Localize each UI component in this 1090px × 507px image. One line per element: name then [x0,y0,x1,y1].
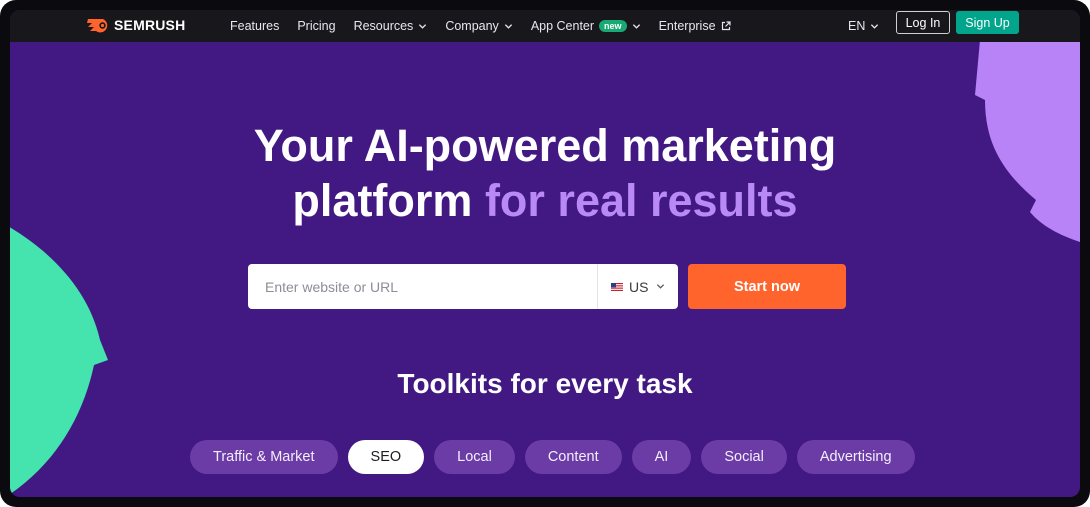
chevron-down-icon [657,284,665,289]
toolkits-title: Toolkits for every task [397,368,693,399]
search-divider [597,264,598,309]
nav-features-label: Features [230,19,280,33]
hero-title-accent: for real results [484,175,798,226]
start-now-button[interactable]: Start now [688,264,846,309]
new-badge: new [599,20,627,32]
tab-advertising[interactable]: Advertising [796,440,915,474]
hero-title-plain: platform [292,175,473,226]
nav-enterprise[interactable]: Enterprise [659,19,731,33]
chevron-down-icon [871,23,879,29]
tab-social[interactable]: Social [701,440,787,474]
external-link-icon [721,21,731,31]
hero-title-line1: Your AI-powered marketing [253,120,837,171]
nav-features[interactable]: Features [230,19,279,33]
decorative-green-shape [10,227,108,495]
toolkit-tabs: Traffic & Market SEO Local Content AI So… [190,440,915,474]
top-nav-bar: SEMRUSH Features Pricing Resources Compa… [10,10,1080,42]
nav-company-label: Company [445,19,499,33]
chevron-down-icon [419,23,427,29]
tab-traffic-market[interactable]: Traffic & Market [190,440,338,474]
nav-app-center[interactable]: App Center new [531,19,641,33]
tab-ai[interactable]: AI [631,440,692,474]
country-label: US [629,278,649,295]
brand-name: SEMRUSH [114,17,186,33]
country-selector[interactable]: US [611,264,665,309]
nav-pricing[interactable]: Pricing [297,19,335,33]
nav-enterprise-label: Enterprise [658,19,716,33]
language-selector[interactable]: EN [848,10,879,42]
login-button[interactable]: Log In [896,11,950,34]
us-flag-icon [611,282,623,291]
chevron-down-icon [504,23,512,29]
nav-company[interactable]: Company [445,19,513,33]
nav-resources-label: Resources [353,19,414,33]
signup-button[interactable]: Sign Up [956,11,1019,34]
tab-local[interactable]: Local [434,440,515,474]
hero-title: Your AI-powered marketing platform for r… [10,118,1080,228]
language-label: EN [848,19,866,33]
main-nav: Features Pricing Resources Company App C… [230,10,749,42]
semrush-fire-icon [87,19,108,33]
nav-resources[interactable]: Resources [354,19,428,33]
app-frame: SEMRUSH Features Pricing Resources Compa… [0,0,1090,507]
nav-app-center-label: App Center [530,19,595,33]
tab-content[interactable]: Content [524,440,622,474]
browser-window: SEMRUSH Features Pricing Resources Compa… [10,10,1080,497]
chevron-down-icon [632,23,640,29]
search-box: US [248,264,678,309]
semrush-logo[interactable]: SEMRUSH [86,16,185,34]
hero-title-line2: platform for real results [10,173,1080,228]
website-url-input[interactable] [248,264,588,309]
tab-seo[interactable]: SEO [347,440,425,474]
nav-pricing-label: Pricing [297,19,336,33]
